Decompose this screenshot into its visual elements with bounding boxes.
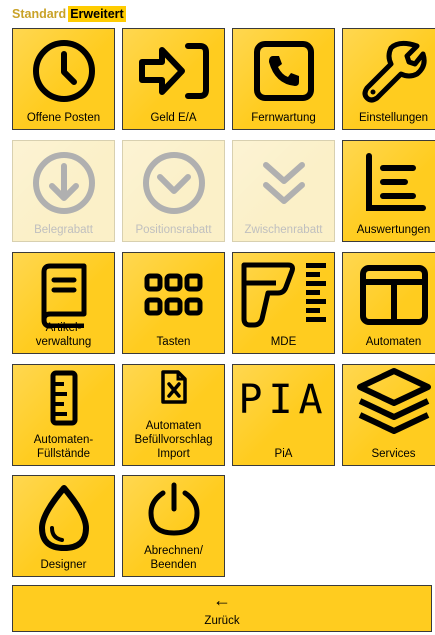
keypad-icon (123, 261, 224, 329)
double-chevron-down-icon (233, 149, 334, 217)
wrench-icon (343, 37, 435, 105)
sign-in-arrow-icon (123, 37, 224, 105)
tile-label: Automaten- Füllstände (33, 434, 94, 460)
power-icon (123, 480, 224, 538)
tab-erweitert[interactable]: Erweitert (68, 6, 126, 22)
positionsrabatt-button[interactable]: Positionsrabatt (122, 140, 225, 242)
tile-label: Offene Posten (26, 112, 101, 124)
layers-icon (343, 367, 435, 439)
tile-label: Tasten (156, 336, 191, 348)
columns-icon (343, 261, 435, 329)
services-button[interactable]: Services (342, 364, 435, 466)
tab-standard[interactable]: Standard (10, 6, 68, 22)
artikelverwaltung-button[interactable]: Artikel- verwaltung (12, 252, 115, 354)
belegrabatt-button[interactable]: Belegrabatt (12, 140, 115, 242)
arrow-left-icon: ← (213, 590, 231, 610)
tile-label: Designer (40, 559, 87, 571)
tile-label: Einstellungen (358, 112, 429, 124)
barcode-scanner-icon (233, 261, 334, 329)
tile-label: Artikel- verwaltung (35, 322, 92, 348)
zwischenrabatt-button[interactable]: Zwischenrabatt (232, 140, 335, 242)
einstellungen-button[interactable]: Einstellungen (342, 28, 435, 130)
tile-label: Geld E/A (150, 112, 197, 124)
pia-button[interactable]: PIA PiA (232, 364, 335, 466)
back-button-label: Zurück (204, 615, 240, 627)
tile-label: Zwischenrabatt (244, 224, 323, 236)
tile-label: Services (371, 448, 416, 460)
tile-label: Auswertungen (356, 224, 431, 236)
tile-label: Abrechnen/ Beenden (144, 545, 203, 571)
excel-file-icon (123, 367, 224, 407)
mde-button[interactable]: MDE (232, 252, 335, 354)
drop-icon (13, 484, 114, 552)
back-button[interactable]: ← Zurück (12, 585, 432, 632)
tile-label: Automaten Befüllvorschlag Import (134, 420, 213, 460)
pia-logo-text: PIA (238, 377, 329, 423)
geld-ea-button[interactable]: Geld E/A (122, 28, 225, 130)
tile-label: Fernwartung (251, 112, 316, 124)
automaten-button[interactable]: Automaten (342, 252, 435, 354)
designer-button[interactable]: Designer (12, 475, 115, 577)
tasten-button[interactable]: Tasten (122, 252, 225, 354)
abrechnen-beenden-button[interactable]: Abrechnen/ Beenden (122, 475, 225, 577)
offene-posten-button[interactable]: Offene Posten (12, 28, 115, 130)
fernwartung-button[interactable]: Fernwartung (232, 28, 335, 130)
tile-label: Belegrabatt (34, 224, 93, 236)
clock-icon (13, 37, 114, 105)
phone-icon (233, 37, 334, 105)
ruler-icon (13, 369, 114, 427)
tile-label: Positionsrabatt (135, 224, 212, 236)
tile-label: MDE (270, 336, 297, 348)
view-tabs: Standard Erweitert (10, 5, 126, 23)
auswertungen-button[interactable]: Auswertungen (342, 140, 435, 242)
automaten-befuellvorschlag-import-button[interactable]: Automaten Befüllvorschlag Import (122, 364, 225, 466)
chevron-down-circle-icon (123, 149, 224, 217)
automaten-fuellstaende-button[interactable]: Automaten- Füllstände (12, 364, 115, 466)
arrow-down-circle-icon (13, 149, 114, 217)
book-icon (13, 261, 114, 329)
pia-text-icon: PIA (233, 375, 334, 425)
tile-label: PiA (274, 448, 293, 460)
tile-label: Automaten (365, 336, 422, 348)
chart-icon (343, 149, 435, 217)
